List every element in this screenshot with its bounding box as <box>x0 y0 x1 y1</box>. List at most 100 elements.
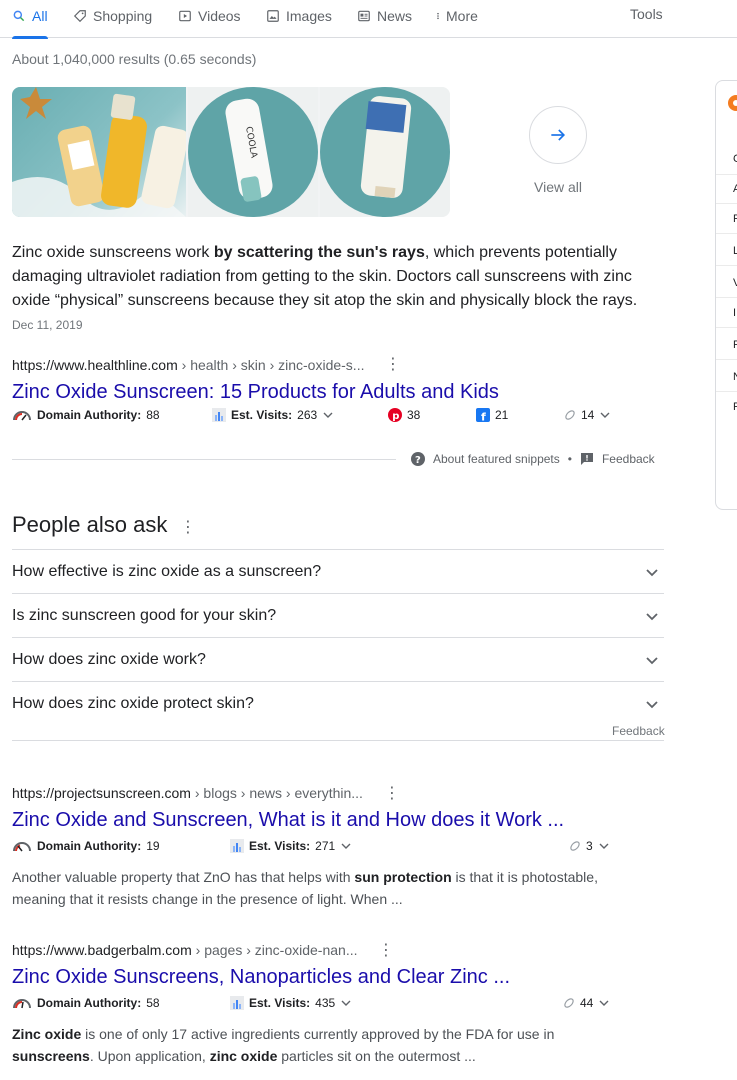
result-stats: About 1,040,000 results (0.65 seconds) <box>12 51 257 67</box>
result-description: Another valuable property that ZnO has t… <box>12 869 598 907</box>
result-title-link[interactable]: Zinc Oxide Sunscreens, Nanoparticles and… <box>12 966 510 989</box>
tag-icon <box>73 10 86 23</box>
feedback-icon <box>580 453 593 465</box>
tab-all-label: All <box>32 8 48 24</box>
seo-metrics-bar: Domain Authority: 58 Est. Visits: 435 44 <box>12 996 652 1012</box>
tab-news[interactable]: News <box>357 6 412 26</box>
chevron-down-icon <box>600 412 610 418</box>
chevron-down-icon <box>323 412 333 418</box>
bar-chart-icon <box>212 408 226 422</box>
result-description: Zinc oxide is one of only 17 active ingr… <box>12 1026 555 1064</box>
tab-all[interactable]: All <box>12 6 48 39</box>
bar-chart-icon <box>230 839 244 853</box>
panel-letter: V <box>733 277 737 289</box>
gauge-icon <box>13 411 31 421</box>
backlinks[interactable]: 44 <box>563 996 610 1010</box>
product-image-thumbnail[interactable] <box>12 87 186 217</box>
snippet-footer: ? About featured snippets • Feedback <box>411 452 655 466</box>
image-icon <box>267 10 279 22</box>
paa-question[interactable]: How does zinc oxide protect skin? <box>12 681 664 725</box>
tab-shopping[interactable]: Shopping <box>73 6 152 26</box>
chevron-down-icon <box>341 1000 351 1006</box>
product-image-thumbnail[interactable]: COOLA <box>188 87 318 217</box>
domain-authority: Domain Authority: 19 <box>12 839 160 853</box>
panel-letter: I <box>733 307 737 319</box>
panel-letter: A <box>733 183 737 195</box>
gauge-icon <box>13 842 31 852</box>
about-featured-snippets-link[interactable]: About featured snippets <box>433 452 560 466</box>
result-title-link[interactable]: Zinc Oxide Sunscreen: 15 Products for Ad… <box>12 381 499 404</box>
panel-letter: F <box>733 401 737 413</box>
gauge-icon <box>13 999 31 1009</box>
tab-images-label: Images <box>286 8 332 24</box>
paa-question[interactable]: Is zinc sunscreen good for your skin? <box>12 593 664 637</box>
panel-letter: C <box>733 153 737 165</box>
pinterest-icon: p <box>388 408 402 422</box>
featured-snippet-text: Zinc oxide sunscreens work by scattering… <box>12 244 638 309</box>
tab-news-label: News <box>377 8 413 24</box>
chevron-down-icon <box>646 657 658 665</box>
result-options-icon[interactable]: ⋮ <box>378 943 394 959</box>
est-visits[interactable]: Est. Visits: 263 <box>212 408 334 422</box>
backlinks[interactable]: 14 <box>564 408 611 422</box>
view-all-label[interactable]: View all <box>534 179 582 195</box>
snippet-date: Dec 11, 2019 <box>12 318 83 332</box>
result-url[interactable]: https://www.badgerbalm.com › pages › zin… <box>12 942 358 958</box>
backlinks[interactable]: 3 <box>569 839 610 853</box>
svg-text:p: p <box>392 411 399 422</box>
seo-metrics-bar: Domain Authority: 19 Est. Visits: 271 3 <box>12 839 652 855</box>
chevron-down-icon <box>646 569 658 577</box>
paa-question[interactable]: How effective is zinc oxide as a sunscre… <box>12 549 664 593</box>
more-icon <box>437 12 439 20</box>
result-options-icon[interactable]: ⋮ <box>384 786 400 802</box>
image-strip: COOLA <box>12 87 450 217</box>
facebook-icon: f <box>476 408 490 422</box>
tab-shopping-label: Shopping <box>93 8 153 24</box>
divider <box>12 459 396 460</box>
video-icon <box>179 10 191 22</box>
view-all-button[interactable] <box>529 106 587 164</box>
result-url[interactable]: https://projectsunscreen.com › blogs › n… <box>12 785 363 801</box>
news-icon <box>358 10 370 22</box>
tab-videos-label: Videos <box>198 8 241 24</box>
result-title-link[interactable]: Zinc Oxide and Sunscreen, What is it and… <box>12 809 564 832</box>
link-icon <box>565 410 575 420</box>
est-visits[interactable]: Est. Visits: 435 <box>230 996 352 1010</box>
chevron-down-icon <box>646 613 658 621</box>
product-image-thumbnail[interactable] <box>320 87 450 217</box>
link-icon <box>564 998 574 1008</box>
help-icon: ? <box>411 452 425 466</box>
panel-letter: N <box>733 371 737 383</box>
people-also-ask-heading: People also ask <box>12 512 168 537</box>
facebook-shares: f 21 <box>476 408 508 422</box>
est-visits[interactable]: Est. Visits: 271 <box>230 839 352 853</box>
seo-metrics-bar: Domain Authority: 88 Est. Visits: 263 p 38… <box>12 408 652 424</box>
result-url[interactable]: https://www.healthline.com › health › sk… <box>12 357 364 373</box>
feedback-link[interactable]: Feedback <box>602 452 655 466</box>
panel-letter: F <box>733 213 737 225</box>
knowledge-panel-edge: C A F L V I F N F <box>715 80 737 510</box>
dot-separator: • <box>567 452 572 466</box>
tab-more[interactable]: More <box>434 6 478 26</box>
paa-question[interactable]: How does zinc oxide work? <box>12 637 664 681</box>
result-options-icon[interactable]: ⋮ <box>385 357 401 373</box>
domain-authority: Domain Authority: 88 <box>12 408 160 422</box>
tools-button[interactable]: Tools <box>630 6 663 22</box>
chevron-down-icon <box>646 701 658 709</box>
panel-letter: F <box>733 339 737 351</box>
bar-chart-icon <box>230 996 244 1010</box>
search-tabs-bar: All Shopping Videos Images News More Too… <box>0 0 737 39</box>
tab-images[interactable]: Images <box>266 6 332 26</box>
tab-videos[interactable]: Videos <box>178 6 241 26</box>
tab-more-label: More <box>446 8 478 24</box>
divider <box>12 740 664 741</box>
domain-authority: Domain Authority: 58 <box>12 996 160 1010</box>
paa-feedback-link[interactable]: Feedback <box>612 724 665 738</box>
chevron-down-icon <box>341 843 351 849</box>
search-icon <box>13 10 25 22</box>
svg-text:?: ? <box>415 455 421 466</box>
svg-text:f: f <box>481 411 486 423</box>
paa-options-icon[interactable]: ⋮ <box>180 517 196 537</box>
chevron-down-icon <box>599 843 609 849</box>
brand-logo-icon <box>728 95 737 111</box>
